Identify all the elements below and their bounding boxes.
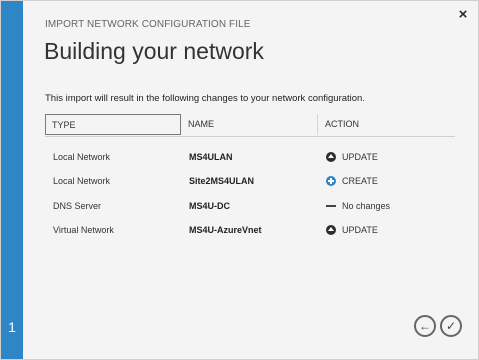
complete-button[interactable]: ✓ xyxy=(440,315,462,337)
cell-name: MS4U-AzureVnet xyxy=(189,225,262,235)
table-row: Local Network MS4ULAN UPDATE xyxy=(45,149,455,165)
cell-action: UPDATE xyxy=(326,149,378,165)
close-icon[interactable]: × xyxy=(456,7,470,23)
checkmark-icon: ✓ xyxy=(445,319,457,333)
action-label: CREATE xyxy=(342,176,378,186)
cell-name: MS4ULAN xyxy=(189,152,233,162)
action-label: No changes xyxy=(342,201,391,211)
wizard-step-bar: 1 xyxy=(1,1,23,359)
update-icon xyxy=(326,225,336,235)
page-title: Building your network xyxy=(44,38,264,64)
cell-name: MS4U-DC xyxy=(189,201,231,211)
table-header: TYPE NAME ACTION xyxy=(45,114,455,137)
back-arrow-icon: ← xyxy=(419,319,431,333)
column-header-type[interactable]: TYPE xyxy=(45,114,181,135)
table-row: DNS Server MS4U-DC No changes xyxy=(45,198,455,214)
step-number: 1 xyxy=(8,319,16,335)
cell-name: Site2MS4ULAN xyxy=(189,176,255,186)
create-icon xyxy=(326,176,336,186)
description-text: This import will result in the following… xyxy=(45,93,365,104)
no-change-icon xyxy=(326,205,336,207)
cell-type: Local Network xyxy=(53,176,111,186)
action-label: UPDATE xyxy=(342,225,378,235)
cell-action: No changes xyxy=(326,198,390,214)
cell-type: Virtual Network xyxy=(53,225,114,235)
column-header-name[interactable]: NAME xyxy=(182,114,318,135)
cell-type: Local Network xyxy=(53,152,111,162)
cell-type: DNS Server xyxy=(53,201,102,211)
back-button[interactable]: ← xyxy=(414,315,436,337)
dialog-window: 1 × IMPORT NETWORK CONFIGURATION FILE Bu… xyxy=(0,0,479,360)
table-row: Virtual Network MS4U-AzureVnet UPDATE xyxy=(45,222,455,238)
cell-action: CREATE xyxy=(326,173,378,189)
dialog-subtitle: IMPORT NETWORK CONFIGURATION FILE xyxy=(45,19,251,30)
action-label: UPDATE xyxy=(342,152,378,162)
update-icon xyxy=(326,152,336,162)
cell-action: UPDATE xyxy=(326,222,378,238)
table-row: Local Network Site2MS4ULAN CREATE xyxy=(45,173,455,189)
column-header-action[interactable]: ACTION xyxy=(319,114,455,135)
